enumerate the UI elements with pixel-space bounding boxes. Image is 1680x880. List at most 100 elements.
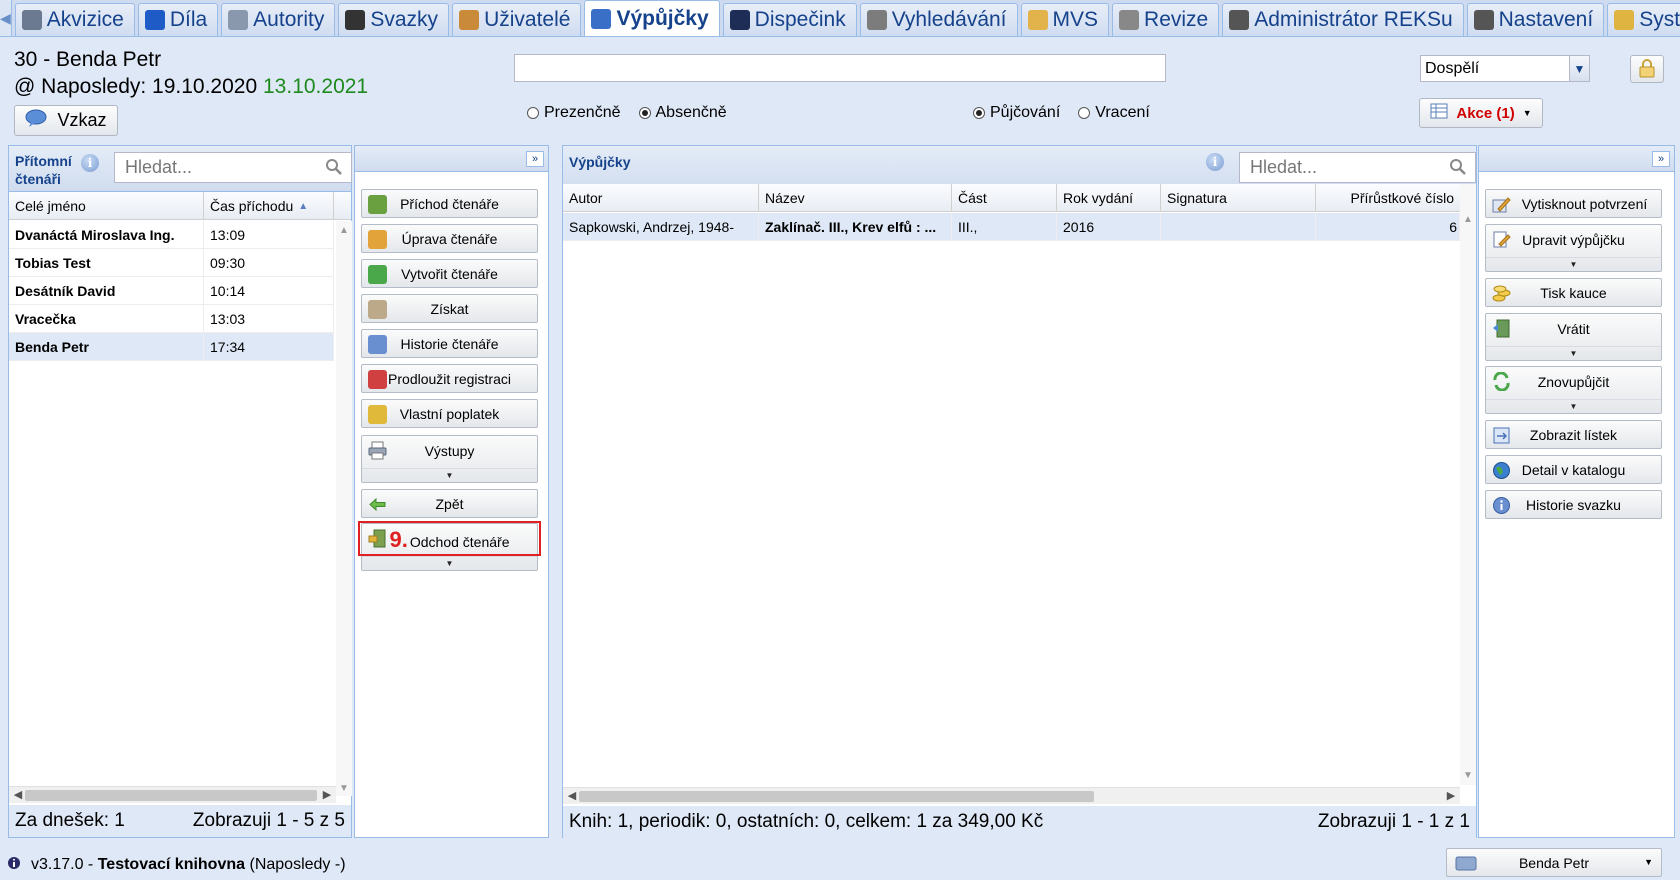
show-slip-button[interactable]: Zobrazit lístek (1485, 420, 1662, 449)
outputs-dropdown-arrow[interactable]: ▼ (362, 468, 537, 482)
scroll-left-icon[interactable]: ◀ (565, 788, 579, 804)
column-accession-number[interactable]: Přírůstkové číslo (1316, 184, 1460, 212)
reader-action-button[interactable]: Prodloužit registraci (361, 364, 538, 393)
edit-loan-label: Upravit výpůjčku (1522, 232, 1625, 248)
loans-search-input[interactable]: Hledat... (1239, 152, 1476, 183)
radio-return[interactable]: Vracení (1078, 104, 1150, 122)
edit-loan-button[interactable]: Upravit výpůjčku ▼ (1485, 224, 1662, 272)
print-deposit-button[interactable]: Tisk kauce (1485, 278, 1662, 307)
radio-lending-dot[interactable] (973, 107, 985, 119)
radio-presence[interactable]: Prezenčně (527, 104, 621, 122)
reader-action-button[interactable]: Úprava čtenáře (361, 224, 538, 253)
radio-presence-dot[interactable] (527, 107, 539, 119)
loan-title: Zaklínač. III., Krev elfů : ... (759, 213, 952, 240)
radio-absence[interactable]: Absenčně (638, 104, 727, 122)
radio-return-dot[interactable] (1078, 107, 1091, 119)
reader-leave-dropdown-arrow[interactable]: ▼ (362, 556, 537, 570)
scroll-down-icon[interactable]: ▼ (336, 783, 352, 794)
collapse-icon[interactable]: » (526, 151, 544, 167)
renew-button[interactable]: Znovupůjčit ▼ (1485, 366, 1662, 414)
radio-absence-dot[interactable] (638, 107, 651, 119)
show-slip-label: Zobrazit lístek (1529, 426, 1618, 443)
tab-5[interactable]: Výpůjčky (584, 0, 720, 36)
scroll-up-icon[interactable]: ▲ (336, 225, 352, 236)
column-signature[interactable]: Signatura (1161, 184, 1316, 212)
loan-row[interactable]: Sapkowski, Andrzej, 1948- Zaklínač. III.,… (563, 213, 1460, 241)
scroll-thumb[interactable] (25, 790, 317, 801)
scroll-up-icon[interactable]: ▲ (1460, 214, 1476, 225)
tab-7[interactable]: Vyhledávání (859, 3, 1018, 36)
column-author[interactable]: Autor (563, 184, 759, 212)
tab-12[interactable]: Systém (1607, 3, 1680, 36)
magnifier-icon[interactable] (1449, 158, 1467, 176)
collapse-icon[interactable]: » (1652, 151, 1670, 167)
chevron-down-icon[interactable]: ▼ (1569, 56, 1589, 81)
info-icon[interactable]: i (81, 154, 99, 172)
tab-4[interactable]: Uživatelé (452, 3, 582, 36)
tab-9[interactable]: Revize (1112, 3, 1220, 36)
loans-hscroll[interactable]: ◀ ▶ (563, 787, 1460, 804)
message-button[interactable]: Vzkaz (14, 105, 118, 136)
present-readers-hscroll[interactable]: ◀ ▶ (9, 786, 336, 803)
present-reader-row[interactable]: Benda Petr 17:34 (9, 333, 334, 361)
reader-action-button[interactable]: Příchod čtenáře (361, 189, 538, 218)
column-year[interactable]: Rok vydání (1057, 184, 1161, 212)
return-dropdown-arrow[interactable]: ▼ (1486, 346, 1661, 360)
column-full-name[interactable]: Celé jméno (9, 192, 204, 220)
radio-lending[interactable]: Půjčování (973, 104, 1060, 122)
reader-action-button[interactable]: Získat (361, 294, 538, 323)
lock-button[interactable] (1630, 55, 1664, 83)
reader-action-button[interactable]: Historie čtenáře (361, 329, 538, 358)
tab-3[interactable]: Svazky (338, 3, 450, 36)
present-reader-row[interactable]: Vracečka 13:03 (9, 305, 334, 333)
column-arrival-time-label: Čas příchodu (210, 198, 294, 214)
scroll-down-icon[interactable]: ▼ (1460, 770, 1476, 781)
reader-category-select[interactable]: Dospělí ▼ (1420, 55, 1590, 82)
reader-full-name: Benda Petr (9, 333, 204, 360)
magnifier-icon[interactable] (325, 158, 343, 176)
present-reader-row[interactable]: Tobias Test 09:30 (9, 249, 334, 277)
actions-button[interactable]: Akce (1) ▼ (1419, 98, 1543, 128)
loans-info-icon[interactable]: i (1206, 153, 1224, 171)
reader-action-button[interactable]: Vytvořit čtenáře (361, 259, 538, 288)
scroll-right-icon[interactable]: ▶ (320, 787, 334, 803)
scroll-right-icon[interactable]: ▶ (1444, 788, 1458, 804)
print-confirmation-button[interactable]: Vytisknout potvrzení (1485, 189, 1662, 218)
outputs-button[interactable]: Výstupy ▼ (361, 435, 538, 483)
loans-grid-header: Autor Název Část Rok vydání Signatura Př… (563, 184, 1460, 212)
tab-6[interactable]: Dispečink (722, 3, 857, 36)
loans-title: Výpůjčky (569, 154, 631, 170)
loans-vscroll[interactable]: ▲ ▼ (1460, 184, 1476, 785)
loan-actions-header: » (1479, 146, 1674, 172)
present-reader-row[interactable]: Desátník David 10:14 (9, 277, 334, 305)
column-arrival-time[interactable]: Čas příchodu ▲ (204, 192, 334, 220)
tab-scroll-left-button[interactable]: ◀ (0, 0, 12, 36)
main-tab-bar: ◀ Akvizice Díla Autority Svazky Uživatelé Výp… (0, 0, 1680, 37)
tab-2[interactable]: Autority (221, 3, 336, 36)
scroll-thumb[interactable] (579, 791, 1094, 802)
back-button[interactable]: Zpět (361, 489, 538, 518)
catalog-detail-button[interactable]: Detail v katalogu (1485, 455, 1662, 484)
tab-1[interactable]: Díla (137, 3, 219, 36)
reader-action-button[interactable]: Vlastní poplatek (361, 399, 538, 428)
main-search-input[interactable] (514, 54, 1166, 82)
tab-10[interactable]: Administrátor REKSu (1222, 3, 1464, 36)
scroll-left-icon[interactable]: ◀ (11, 787, 25, 803)
edit-loan-dropdown-arrow[interactable]: ▼ (1486, 257, 1661, 271)
column-part[interactable]: Část (952, 184, 1057, 212)
return-button[interactable]: Vrátit ▼ (1485, 313, 1662, 361)
present-reader-row[interactable]: Dvanáctá Miroslava Ing. 13:09 (9, 221, 334, 249)
present-readers-vscroll[interactable]: ▲ ▼ (336, 221, 352, 796)
current-reader-button[interactable]: Benda Petr ▼ (1446, 848, 1662, 877)
mode-radio-group: Prezenčně Absenčně (527, 104, 727, 122)
print-pencil-icon (1492, 195, 1511, 214)
tab-8[interactable]: MVS (1020, 3, 1110, 36)
volume-history-button[interactable]: Historie svazku (1485, 490, 1662, 519)
renew-dropdown-arrow[interactable]: ▼ (1486, 399, 1661, 413)
tab-11[interactable]: Nastavení (1466, 3, 1605, 36)
present-readers-search-input[interactable]: Hledat... (114, 152, 352, 183)
info-icon (1492, 496, 1511, 515)
tab-0[interactable]: Akvizice (14, 3, 135, 36)
outputs-button-label: Výstupy (424, 443, 475, 459)
column-title[interactable]: Název (759, 184, 952, 212)
